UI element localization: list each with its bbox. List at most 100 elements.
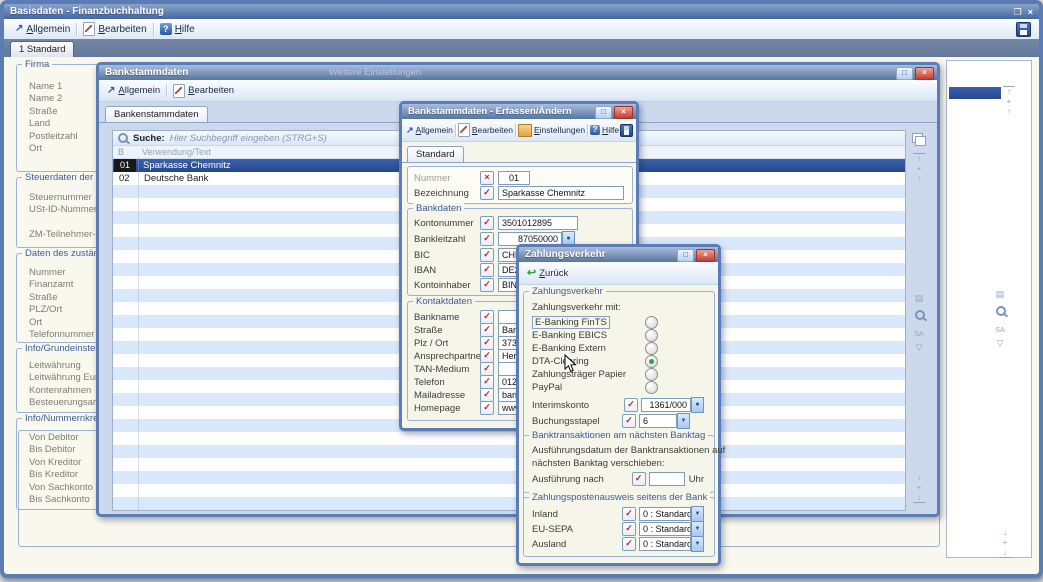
maximize-button[interactable] [1014, 6, 1022, 18]
maximize-button[interactable] [595, 106, 612, 119]
menu-allgemein-label: Allgemein [416, 125, 453, 135]
new-record-icon[interactable] [913, 483, 925, 492]
bank-list-titlebar[interactable]: Bankstammdaten Weitere Einstellungen [99, 65, 937, 80]
validation-x-icon[interactable] [480, 171, 494, 185]
dropdown-button[interactable] [691, 536, 704, 552]
dropdown-button[interactable] [691, 506, 704, 522]
validation-check-icon[interactable] [480, 263, 494, 277]
radio-e-banking-extern[interactable] [645, 342, 658, 355]
ausland-select[interactable]: 0 : Standard [639, 537, 691, 551]
first-record-icon[interactable] [913, 153, 925, 163]
new-record-icon[interactable] [1003, 97, 1015, 106]
radio-e-banking-fints[interactable] [645, 316, 658, 329]
save-icon[interactable] [620, 124, 633, 137]
filter-icon[interactable] [993, 338, 1007, 349]
kontonummer-input[interactable]: 3501012895 [498, 216, 578, 230]
separator [587, 124, 588, 137]
new-record-icon[interactable] [999, 538, 1011, 547]
bezeichnung-input[interactable]: Sparkasse Chemnitz [498, 186, 624, 200]
tab-bankenstammdaten[interactable]: Bankenstammdaten [105, 106, 208, 122]
search-icon[interactable] [915, 310, 925, 320]
save-icon[interactable] [1016, 22, 1031, 37]
close-button[interactable] [614, 106, 633, 119]
tab-standard[interactable]: 1 Standard [10, 41, 74, 57]
search-icon[interactable] [996, 306, 1006, 316]
grid-icon[interactable] [993, 289, 1007, 300]
record-nav-top[interactable] [1003, 85, 1015, 117]
last-record-icon[interactable] [913, 493, 925, 503]
main-titlebar[interactable]: Basisdaten - Finanzbuchhaltung [4, 4, 1039, 19]
validation-check-icon[interactable] [480, 216, 494, 230]
validation-check-icon[interactable] [624, 398, 638, 412]
validation-check-icon[interactable] [622, 414, 636, 428]
next-record-icon[interactable] [913, 473, 925, 482]
last-record-icon[interactable] [999, 548, 1011, 558]
validation-check-icon[interactable] [480, 186, 494, 200]
menu-bearbeiten[interactable]: Bearbeiten [457, 122, 514, 138]
buchungsstapel-input[interactable]: 6 [639, 414, 677, 428]
payment-titlebar[interactable]: Zahlungsverkehr [519, 247, 718, 262]
validation-check-icon[interactable] [480, 375, 494, 389]
menu-allgemein[interactable]: Allgemein [405, 124, 454, 136]
validation-check-icon[interactable] [622, 537, 636, 551]
radio-zahlungstraeger-papier[interactable] [645, 368, 658, 381]
field-label: Telefon [414, 377, 480, 388]
validation-check-icon[interactable] [480, 232, 494, 246]
validation-check-icon[interactable] [480, 349, 494, 363]
close-button[interactable] [915, 67, 934, 80]
field-label: Kontonummer [414, 218, 480, 229]
selected-row-highlight[interactable] [949, 87, 1001, 99]
validation-check-icon[interactable] [480, 401, 494, 415]
radio-row: E-Banking EBICS [532, 328, 658, 342]
menu-bearbeiten[interactable]: Bearbeiten [80, 20, 149, 38]
validation-check-icon[interactable] [480, 388, 494, 402]
grid-icon[interactable] [912, 293, 926, 304]
interimskonto-input[interactable]: 1361/000 [641, 398, 691, 412]
validation-check-icon[interactable] [480, 248, 494, 262]
tab-standard[interactable]: Standard [407, 146, 464, 162]
validation-check-icon[interactable] [622, 522, 636, 536]
validation-check-icon[interactable] [622, 507, 636, 521]
new-record-icon[interactable] [913, 164, 925, 173]
nummer-input[interactable]: 01 [498, 171, 530, 185]
radio-dta-clearing[interactable] [645, 355, 658, 368]
close-button[interactable] [696, 249, 715, 262]
radio-label: E-Banking EBICS [532, 330, 607, 341]
validation-check-icon[interactable] [480, 310, 494, 324]
lookup-button[interactable] [691, 397, 704, 413]
validation-check-icon[interactable] [632, 472, 646, 486]
validation-check-icon[interactable] [480, 362, 494, 376]
previous-record-icon[interactable] [1003, 107, 1015, 116]
maximize-button[interactable] [896, 67, 913, 80]
maximize-button[interactable] [677, 249, 694, 262]
filter-icon[interactable] [912, 342, 926, 353]
inland-select[interactable]: 0 : Standard [639, 507, 691, 521]
validation-check-icon[interactable] [480, 323, 494, 337]
copy-icon[interactable] [912, 133, 923, 143]
radio-label: DTA-Clearing [532, 356, 589, 367]
bank-edit-titlebar[interactable]: Bankstammdaten - Erfassen/Ändern [402, 104, 636, 119]
previous-record-icon[interactable] [913, 174, 925, 183]
menu-hilfe[interactable]: Hilfe [589, 124, 620, 136]
next-record-icon[interactable] [999, 528, 1011, 537]
ausfuehrung-input[interactable] [649, 472, 685, 486]
first-record-icon[interactable] [1003, 86, 1015, 96]
record-nav-bottom[interactable] [999, 527, 1011, 559]
menu-allgemein[interactable]: Allgemein [12, 22, 73, 37]
close-button[interactable] [1028, 6, 1033, 18]
radio-e-banking-ebics[interactable] [645, 329, 658, 342]
dropdown-button[interactable] [691, 521, 704, 537]
sort-icon[interactable] [993, 325, 1007, 336]
eu-sepa-select[interactable]: 0 : Standard [639, 522, 691, 536]
back-button[interactable]: Zurück [524, 266, 571, 281]
menu-bearbeiten[interactable]: Bearbeiten [170, 82, 237, 100]
menu-allgemein[interactable]: Allgemein [104, 83, 163, 98]
dropdown-button[interactable] [677, 413, 690, 429]
radio-paypal[interactable] [645, 381, 658, 394]
sort-icon[interactable] [912, 329, 926, 340]
field-label: Plz / Ort [414, 338, 480, 349]
validation-check-icon[interactable] [480, 278, 494, 292]
menu-hilfe[interactable]: Hilfe [157, 21, 198, 37]
validation-check-icon[interactable] [480, 336, 494, 350]
menu-einstellungen[interactable]: Einstellungen [517, 123, 586, 138]
